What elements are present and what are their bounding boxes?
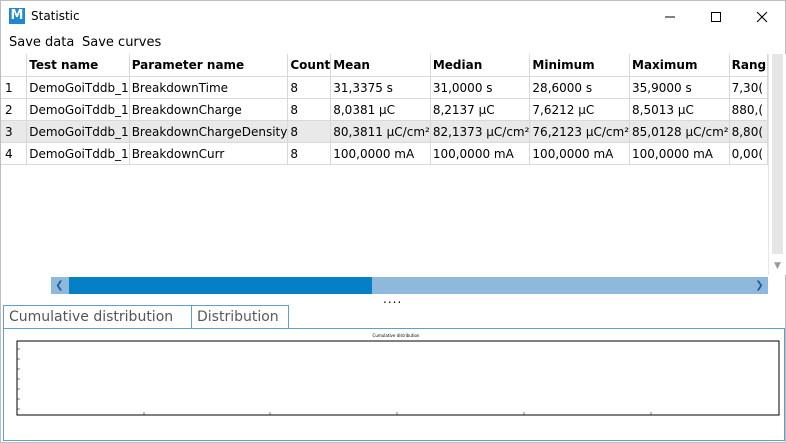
- vertical-scroll-thumb[interactable]: [772, 54, 783, 254]
- column-header-minimum[interactable]: Minimum: [529, 54, 631, 77]
- cell-test-name[interactable]: DemoGoiTddb_1: [26, 120, 130, 143]
- row-number[interactable]: 1: [1, 76, 28, 99]
- table-row[interactable]: 2 DemoGoiTddb_1 BreakdownCharge 8 8,0381…: [1, 98, 768, 121]
- cell-test-name[interactable]: DemoGoiTddb_1: [26, 76, 130, 99]
- cell-minimum[interactable]: 28,6000 s: [529, 76, 631, 99]
- cell-test-name[interactable]: DemoGoiTddb_1: [26, 142, 130, 165]
- plot-frame: [16, 340, 780, 416]
- cumulative-distribution-plot: Cumulative distribution: [16, 333, 780, 416]
- cell-count[interactable]: 8: [287, 142, 332, 165]
- window-title: Statistic: [31, 9, 80, 23]
- app-logo-icon: M: [9, 8, 25, 24]
- cell-median[interactable]: 100,0000 mA: [430, 142, 531, 165]
- menu-save-curves[interactable]: Save curves: [82, 35, 161, 50]
- splitter-handle[interactable]: ....: [383, 292, 402, 306]
- cell-minimum[interactable]: 100,0000 mA: [529, 142, 631, 165]
- cell-maximum[interactable]: 85,0128 µC/cm²: [629, 120, 730, 143]
- cell-median[interactable]: 31,0000 s: [430, 76, 531, 99]
- plot-title: Cumulative distribution: [373, 333, 420, 338]
- cell-parameter-name[interactable]: BreakdownTime: [129, 76, 289, 99]
- cell-median[interactable]: 8,2137 µC: [430, 98, 531, 121]
- title-bar[interactable]: M Statistic: [1, 1, 785, 32]
- minimize-button[interactable]: [647, 1, 693, 32]
- menu-save-data[interactable]: Save data: [9, 35, 74, 50]
- cell-parameter-name[interactable]: BreakdownChargeDensity: [129, 120, 289, 143]
- menu-bar: Save data Save curves: [1, 32, 785, 54]
- statistics-grid[interactable]: Test name Parameter name Count Mean Medi…: [1, 54, 768, 275]
- cell-median[interactable]: 82,1373 µC/cm²: [430, 120, 531, 143]
- cell-mean[interactable]: 100,0000 mA: [330, 142, 431, 165]
- cell-mean[interactable]: 31,3375 s: [330, 76, 431, 99]
- cell-maximum[interactable]: 100,0000 mA: [629, 142, 730, 165]
- tab-cumulative-distribution[interactable]: Cumulative distribution: [3, 305, 192, 328]
- cell-count[interactable]: 8: [287, 98, 332, 121]
- row-number[interactable]: 3: [1, 120, 28, 143]
- cell-minimum[interactable]: 76,2123 µC/cm²: [529, 120, 631, 143]
- cell-maximum[interactable]: 8,5013 µC: [629, 98, 730, 121]
- column-header-median[interactable]: Median: [430, 54, 531, 77]
- column-header-range[interactable]: Rang: [729, 54, 768, 77]
- statistic-window: M Statistic Save data Save curves Test n…: [0, 0, 786, 443]
- column-header-parameter-name[interactable]: Parameter name: [129, 54, 289, 77]
- column-header-count[interactable]: Count: [287, 54, 332, 77]
- row-number[interactable]: 2: [1, 98, 28, 121]
- chart-pane: Cumulative distribution: [3, 328, 785, 441]
- cell-range[interactable]: 0,00(: [729, 142, 768, 165]
- table-row[interactable]: 3 DemoGoiTddb_1 BreakdownChargeDensity 8…: [1, 120, 768, 143]
- statistics-table: Test name Parameter name Count Mean Medi…: [1, 54, 768, 165]
- cell-parameter-name[interactable]: BreakdownCharge: [129, 98, 289, 121]
- cell-range[interactable]: 880,(: [729, 98, 768, 121]
- cell-mean[interactable]: 80,3811 µC/cm²: [330, 120, 431, 143]
- table-row[interactable]: 4 DemoGoiTddb_1 BreakdownCurr 8 100,0000…: [1, 142, 768, 165]
- maximize-button[interactable]: [693, 1, 739, 32]
- minimize-icon: [665, 16, 675, 18]
- vertical-scrollbar[interactable]: ▼: [768, 54, 786, 275]
- cell-parameter-name[interactable]: BreakdownCurr: [129, 142, 289, 165]
- cell-mean[interactable]: 8,0381 µC: [330, 98, 431, 121]
- cell-count[interactable]: 8: [287, 120, 332, 143]
- table-row[interactable]: 1 DemoGoiTddb_1 BreakdownTime 8 31,3375 …: [1, 76, 768, 99]
- scroll-down-arrow-icon[interactable]: ▼: [769, 260, 786, 272]
- close-button[interactable]: [739, 1, 785, 32]
- scroll-left-arrow-icon[interactable]: ❮: [51, 277, 68, 294]
- tab-distribution[interactable]: Distribution: [191, 305, 289, 328]
- close-icon: [756, 11, 768, 23]
- cell-test-name[interactable]: DemoGoiTddb_1: [26, 98, 130, 121]
- maximize-icon: [711, 12, 721, 22]
- horizontal-scroll-thumb[interactable]: [69, 277, 372, 294]
- row-number[interactable]: 4: [1, 142, 28, 165]
- cell-minimum[interactable]: 7,6212 µC: [529, 98, 631, 121]
- cell-range[interactable]: 8,80(: [729, 120, 768, 143]
- column-header-mean[interactable]: Mean: [330, 54, 431, 77]
- cell-range[interactable]: 7,30(: [729, 76, 768, 99]
- horizontal-scrollbar[interactable]: ❮ ❯: [51, 277, 768, 294]
- scroll-right-arrow-icon[interactable]: ❯: [751, 277, 768, 294]
- cell-maximum[interactable]: 35,9000 s: [629, 76, 730, 99]
- column-header-maximum[interactable]: Maximum: [629, 54, 730, 77]
- column-header-row-number[interactable]: [1, 54, 28, 77]
- column-header-test-name[interactable]: Test name: [26, 54, 130, 77]
- cell-count[interactable]: 8: [287, 76, 332, 99]
- table-header-row: Test name Parameter name Count Mean Medi…: [1, 54, 768, 77]
